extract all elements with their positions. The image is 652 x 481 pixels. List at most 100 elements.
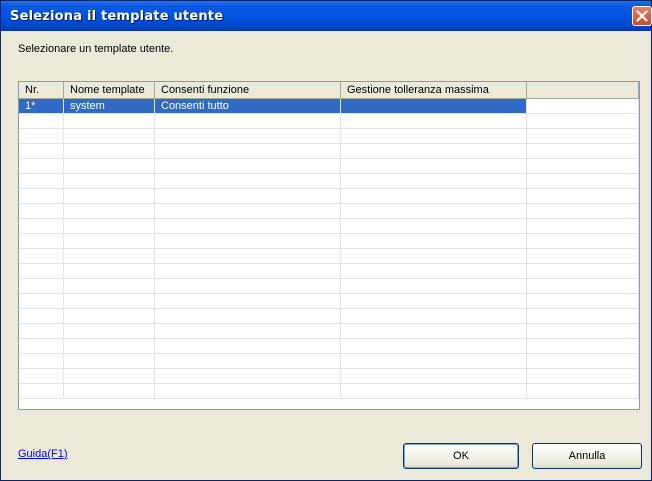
table-row[interactable] <box>19 189 639 204</box>
table-cell <box>64 189 155 203</box>
table-cell <box>64 264 155 278</box>
table-cell <box>341 279 527 293</box>
table-cell <box>64 369 155 383</box>
table-cell: 1* <box>19 99 64 113</box>
table-cell <box>341 129 527 143</box>
table-cell <box>155 204 341 218</box>
dialog-window: Seleziona il template utente Selezionare… <box>0 0 652 481</box>
table-cell <box>155 129 341 143</box>
table-cell <box>527 354 639 368</box>
column-header-gestione-tolleranza[interactable]: Gestione tolleranza massima <box>341 82 527 98</box>
table-cell <box>341 189 527 203</box>
table-cell <box>19 309 64 323</box>
cancel-button[interactable]: Annulla <box>532 443 642 469</box>
table-cell <box>19 204 64 218</box>
table-cell <box>64 114 155 128</box>
table-cell <box>527 114 639 128</box>
table-cell <box>341 264 527 278</box>
table-cell <box>341 114 527 128</box>
table-row[interactable] <box>19 339 639 354</box>
table-cell <box>64 354 155 368</box>
table-row[interactable] <box>19 129 639 144</box>
template-table[interactable]: Nr. Nome template Consenti funzione Gest… <box>18 81 640 410</box>
table-cell <box>155 174 341 188</box>
table-cell <box>19 279 64 293</box>
table-cell <box>155 354 341 368</box>
table-cell <box>155 324 341 338</box>
title-bar[interactable]: Seleziona il template utente <box>1 1 652 31</box>
table-cell <box>19 219 64 233</box>
column-header-nome-template[interactable]: Nome template <box>64 82 155 98</box>
table-cell <box>64 279 155 293</box>
table-row[interactable] <box>19 114 639 129</box>
table-row[interactable] <box>19 234 639 249</box>
help-link[interactable]: Guida(F1) <box>18 448 68 460</box>
table-cell <box>341 249 527 263</box>
table-cell <box>19 384 64 398</box>
table-cell <box>527 189 639 203</box>
table-cell <box>155 219 341 233</box>
table-cell <box>64 294 155 308</box>
table-cell <box>64 249 155 263</box>
table-cell <box>64 234 155 248</box>
table-cell <box>64 204 155 218</box>
table-row[interactable]: 1* system Consenti tutto <box>19 99 639 114</box>
close-icon <box>636 10 648 22</box>
table-cell <box>341 339 527 353</box>
table-row[interactable] <box>19 369 639 384</box>
table-cell <box>19 114 64 128</box>
table-row[interactable] <box>19 174 639 189</box>
window-title: Seleziona il template utente <box>10 9 224 24</box>
table-row[interactable] <box>19 384 639 399</box>
table-cell <box>64 384 155 398</box>
table-cell <box>155 189 341 203</box>
table-row[interactable] <box>19 204 639 219</box>
table-cell <box>527 219 639 233</box>
table-cell <box>64 174 155 188</box>
table-cell <box>155 234 341 248</box>
table-row[interactable] <box>19 354 639 369</box>
ok-button[interactable]: OK <box>403 443 519 469</box>
table-cell <box>64 144 155 158</box>
table-cell <box>527 339 639 353</box>
table-cell <box>155 264 341 278</box>
table-cell <box>341 384 527 398</box>
close-button[interactable] <box>632 6 652 26</box>
table-cell <box>64 219 155 233</box>
table-row[interactable] <box>19 324 639 339</box>
table-row[interactable] <box>19 144 639 159</box>
table-cell <box>64 309 155 323</box>
table-row[interactable] <box>19 159 639 174</box>
table-cell <box>19 159 64 173</box>
table-cell <box>19 249 64 263</box>
table-cell <box>19 369 64 383</box>
table-row[interactable] <box>19 294 639 309</box>
table-cell <box>19 174 64 188</box>
table-row[interactable] <box>19 219 639 234</box>
table-cell <box>64 129 155 143</box>
table-cell <box>341 144 527 158</box>
column-header-consenti-funzione[interactable]: Consenti funzione <box>155 82 341 98</box>
table-cell <box>527 144 639 158</box>
table-cell <box>527 369 639 383</box>
column-header-empty <box>527 82 639 98</box>
table-cell <box>155 309 341 323</box>
table-row[interactable] <box>19 249 639 264</box>
table-cell <box>155 249 341 263</box>
table-cell <box>19 144 64 158</box>
table-cell <box>341 204 527 218</box>
column-header-nr[interactable]: Nr. <box>19 82 64 98</box>
table-row[interactable] <box>19 309 639 324</box>
table-cell <box>155 369 341 383</box>
table-cell <box>341 294 527 308</box>
table-cell <box>341 99 527 113</box>
table-cell <box>155 144 341 158</box>
table-cell <box>155 384 341 398</box>
table-cell: Consenti tutto <box>155 99 341 113</box>
table-cell <box>155 339 341 353</box>
table-row[interactable] <box>19 264 639 279</box>
table-row[interactable] <box>19 279 639 294</box>
table-cell <box>527 129 639 143</box>
table-cell <box>527 294 639 308</box>
table-cell <box>64 324 155 338</box>
